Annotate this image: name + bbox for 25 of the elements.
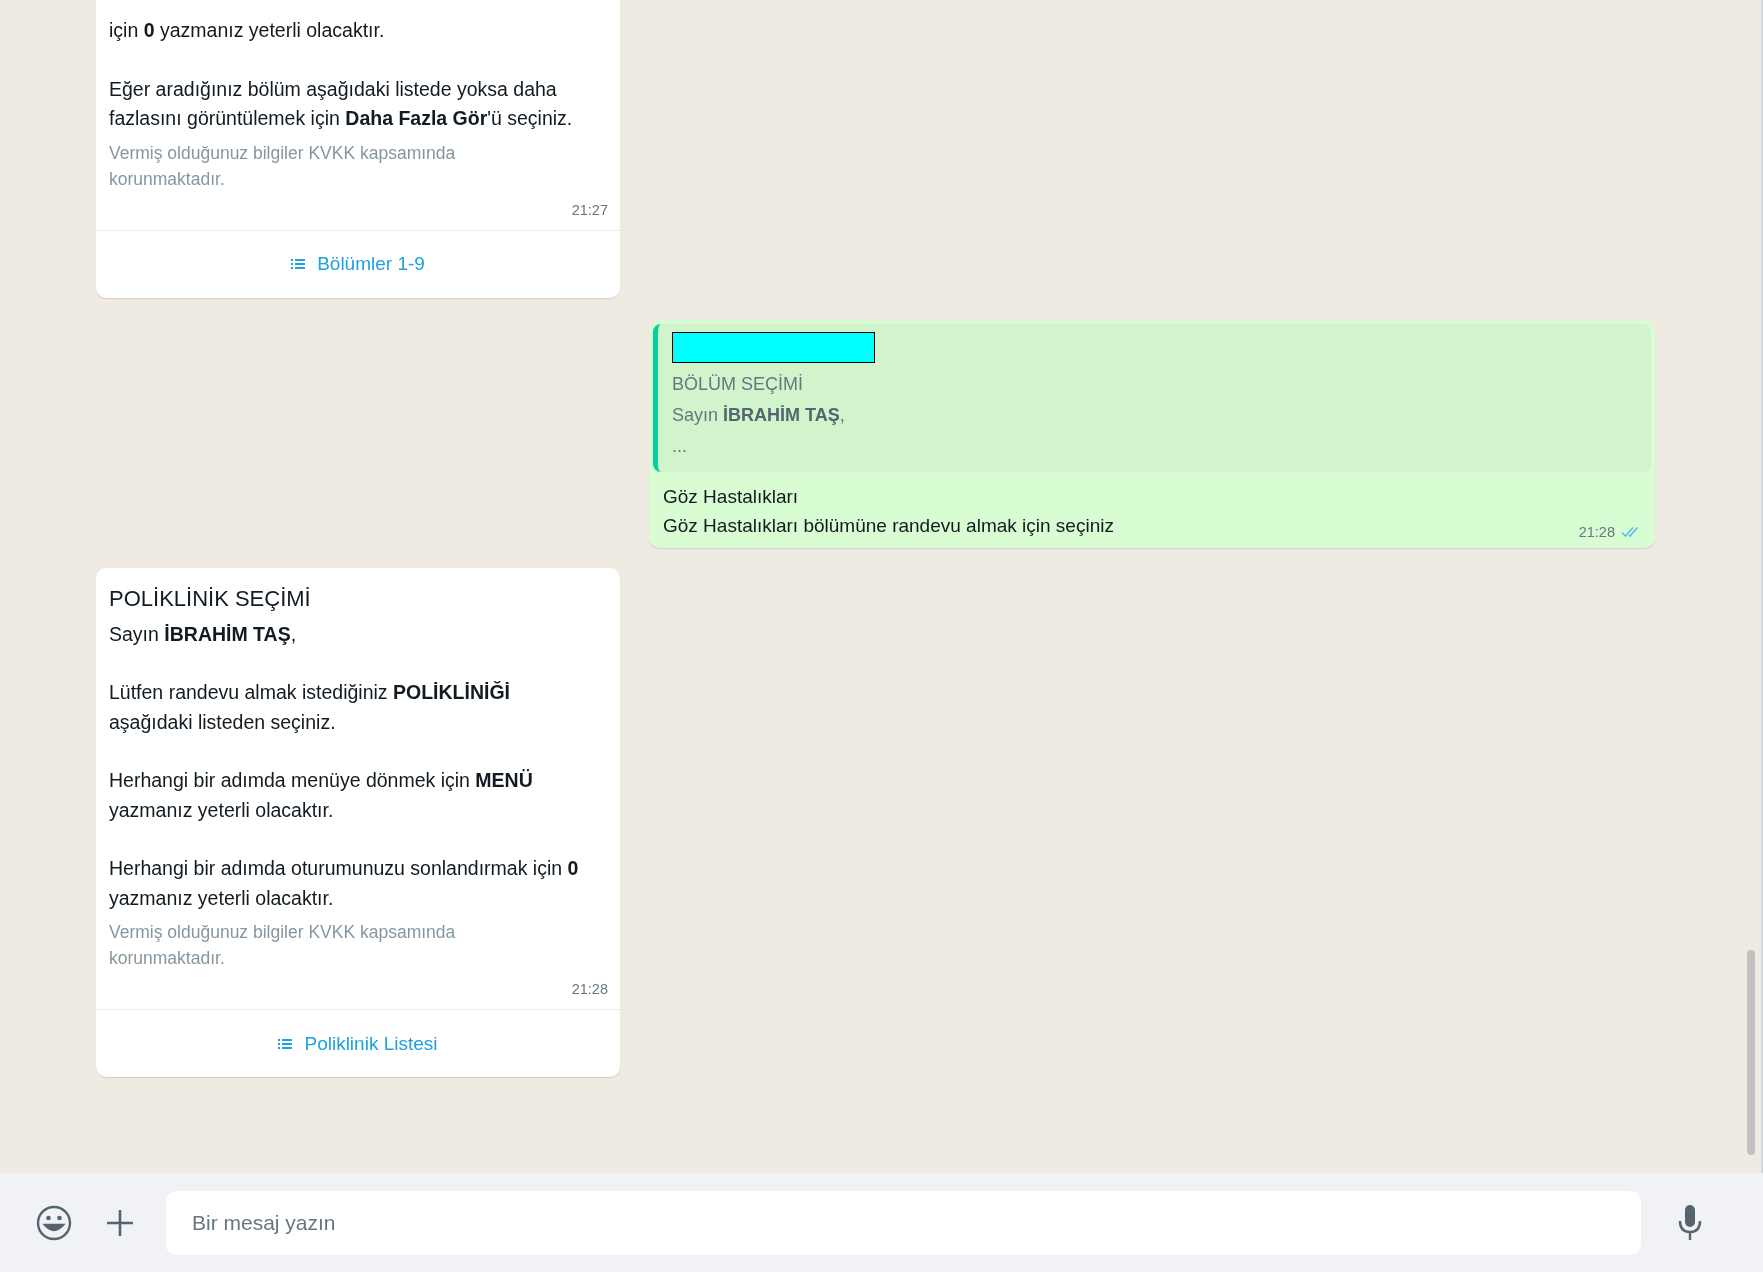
message-text: Göz Hastalıkları bölümüne randevu almak için seçiniz — [663, 513, 1114, 538]
message-footer: Vermiş olduğunuz bilgiler KVKK kapsamında korunmaktadır. — [109, 919, 529, 971]
list-icon — [291, 258, 306, 270]
message-text: Eğer aradığınız bölüm aşağıdaki listede yoksa daha fazlasını görüntülemek için Daha Fazla Gör'ü seçiniz. — [109, 76, 574, 131]
list-button[interactable]: Poliklinik Listesi — [96, 1009, 620, 1077]
message-title: POLİKLİNİK SEÇİMİ — [109, 584, 312, 613]
message-text: Herhangi bir adımda oturumunuzu sonlandırmak için 0 yazmanız yeterli olacaktır. — [109, 856, 580, 911]
message-text: Göz Hastalıkları — [663, 484, 799, 509]
message-text: Lütfen randevu almak istediğiniz POLİKLİNİĞİ aşağıdaki listeden seçiniz. — [109, 680, 511, 735]
message-time: 21:28 — [1578, 523, 1615, 540]
message-footer: Vermiş olduğunuz bilgiler KVKK kapsamında korunmaktadır. — [109, 139, 529, 192]
quote-title: BÖLÜM SEÇİMİ — [672, 372, 805, 396]
list-button[interactable]: Bölümler 1-9 — [96, 229, 620, 298]
message-text: Sayın İBRAHİM TAŞ, — [109, 621, 298, 647]
message-time: 21:28 — [571, 981, 608, 997]
quote-text: Sayın İBRAHİM TAŞ, — [672, 403, 846, 427]
microphone-icon[interactable] — [1677, 1203, 1703, 1242]
list-icon — [278, 1037, 293, 1050]
message-input[interactable]: Bir mesaj yazın — [166, 1190, 1641, 1255]
scrollbar-thumb[interactable] — [1747, 950, 1755, 1155]
quoted-message[interactable]: BÖLÜM SEÇİMİ Sayın İBRAHİM TAŞ, ... — [653, 323, 1651, 472]
message-time: 21:27 — [571, 201, 608, 218]
quote-text: ... — [672, 434, 688, 458]
message-text: için 0 yazmanız yeterli olacaktır. — [109, 18, 386, 43]
message-text: Herhangi bir adımda menüye dönmek için MENÜ yazmanız yeterli olacaktır. — [109, 768, 534, 823]
